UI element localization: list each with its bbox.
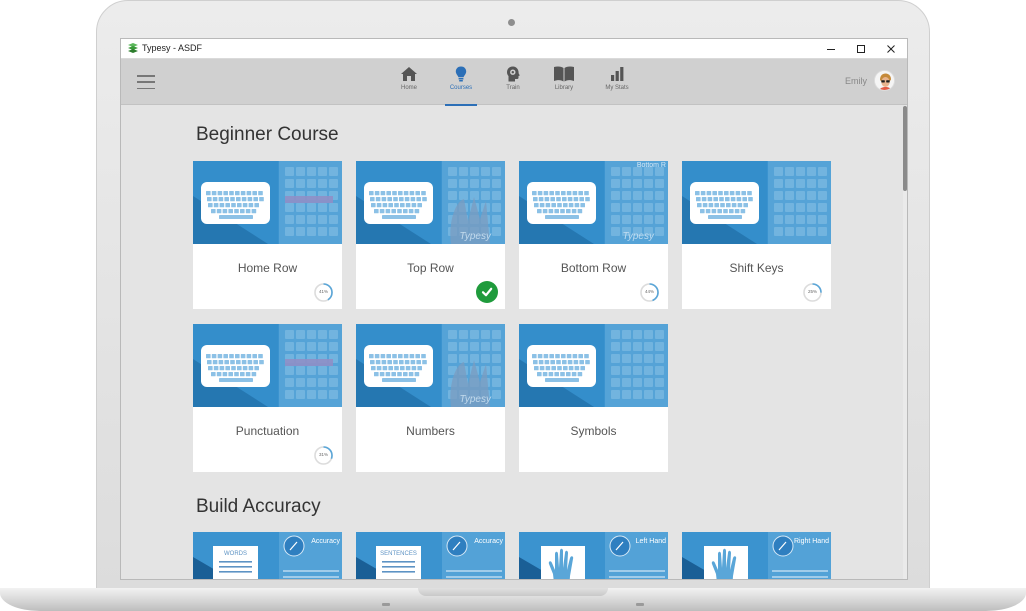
progress-ring: 44%: [639, 282, 660, 303]
laptop-notch: [418, 588, 608, 596]
document-illustration: WORDS: [213, 546, 258, 579]
accuracy-card-label: Left Hand: [635, 538, 666, 545]
accuracy-card[interactable]: Left Hand: [519, 532, 668, 579]
accuracy-card-label: Accuracy: [311, 538, 340, 545]
course-card[interactable]: Typesy Top Row: [356, 161, 505, 309]
hand-illustration: [704, 546, 748, 579]
progress-ring: 41%: [313, 282, 334, 303]
accuracy-card[interactable]: SENTENCES Accuracy: [356, 532, 505, 579]
hamburger-menu-icon[interactable]: [137, 75, 155, 89]
user-name[interactable]: Emily: [845, 76, 867, 86]
accuracy-card[interactable]: WORDS Accuracy: [193, 532, 342, 579]
typesy-watermark: Typesy: [459, 394, 492, 405]
nav-courses[interactable]: Courses: [441, 65, 481, 106]
hand-illustration: [541, 546, 585, 579]
section-title-beginner-course: Beginner Course: [196, 124, 339, 145]
brain-head-icon: [507, 66, 520, 82]
course-title: Top Row: [407, 261, 454, 275]
nav-label: Library: [554, 85, 574, 91]
course-thumbnail: [193, 161, 342, 244]
progress-percent: 31%: [318, 452, 328, 457]
course-title: Shift Keys: [729, 261, 784, 275]
progress-percent: 41%: [318, 289, 328, 294]
nav-label: Courses: [449, 85, 473, 91]
app-window: Typesy - ASDF Home Courses Train Library…: [120, 38, 908, 580]
nav-label: Home: [400, 85, 417, 91]
typesy-watermark: Typesy: [459, 231, 492, 242]
course-card[interactable]: Shift Keys 25%: [682, 161, 831, 309]
courses-content: Beginner Course Home Row 41% Typesy Top Row…: [121, 106, 903, 579]
bar-chart-icon: [611, 67, 624, 81]
course-title: Symbols: [570, 424, 617, 438]
minimize-button[interactable]: [815, 39, 847, 59]
close-icon: [887, 45, 895, 53]
course-card[interactable]: Punctuation 31%: [193, 324, 342, 472]
book-icon: [554, 66, 574, 82]
title-bar: Typesy - ASDF: [121, 39, 907, 59]
home-icon: [401, 67, 417, 81]
accuracy-card-label: Accuracy: [474, 538, 503, 545]
accuracy-card[interactable]: Right Hand: [682, 532, 831, 579]
maximize-icon: [857, 45, 865, 53]
scrollbar-thumb[interactable]: [903, 106, 907, 191]
thumbnail-caption: Bottom R: [636, 162, 666, 169]
course-title: Home Row: [237, 261, 298, 275]
laptop-mockup: Typesy - ASDF Home Courses Train Library…: [0, 0, 1026, 611]
top-navigation: Home Courses Train Library My Stats Emil…: [121, 59, 907, 106]
progress-percent: 25%: [807, 289, 817, 294]
lightbulb-icon: [455, 66, 467, 82]
webcam: [508, 19, 515, 26]
user-avatar[interactable]: [874, 70, 895, 91]
course-card[interactable]: Typesy Bottom R Bottom Row 44%: [519, 161, 668, 309]
laptop-foot: [382, 603, 390, 606]
nav-label: Train: [506, 85, 520, 91]
course-card[interactable]: Typesy Numbers: [356, 324, 505, 472]
accuracy-card-label: Right Hand: [793, 538, 829, 545]
course-title: Bottom Row: [560, 261, 627, 275]
course-thumbnail: [682, 161, 831, 244]
course-thumbnail: Typesy: [356, 324, 505, 407]
course-thumbnail: [193, 324, 342, 407]
vertical-scrollbar[interactable]: [903, 106, 907, 579]
typesy-logo-icon: [128, 43, 138, 53]
nav-my-stats[interactable]: My Stats: [597, 65, 637, 101]
course-thumbnail: Typesy Bottom R: [519, 161, 668, 244]
window-title: Typesy - ASDF: [142, 43, 203, 53]
completed-check-icon: [476, 281, 498, 303]
progress-ring: 25%: [802, 282, 823, 303]
document-illustration: SENTENCES: [376, 546, 421, 579]
progress-percent: 44%: [644, 289, 654, 294]
nav-home[interactable]: Home: [389, 65, 429, 101]
typesy-watermark: Typesy: [622, 231, 655, 242]
course-thumbnail: [519, 324, 668, 407]
section-title-build-accuracy: Build Accuracy: [196, 496, 321, 517]
course-card[interactable]: Home Row 41%: [193, 161, 342, 309]
minimize-icon: [827, 49, 835, 50]
close-button[interactable]: [875, 39, 907, 59]
laptop-foot: [636, 603, 644, 606]
maximize-button[interactable]: [845, 39, 877, 59]
nav-train[interactable]: Train: [493, 65, 533, 101]
course-title: Punctuation: [235, 424, 300, 438]
progress-ring: 31%: [313, 445, 334, 466]
course-card[interactable]: Symbols: [519, 324, 668, 472]
nav-library[interactable]: Library: [544, 65, 584, 101]
nav-label: My Stats: [605, 85, 629, 91]
course-thumbnail: Typesy: [356, 161, 505, 244]
course-title: Numbers: [406, 424, 455, 438]
